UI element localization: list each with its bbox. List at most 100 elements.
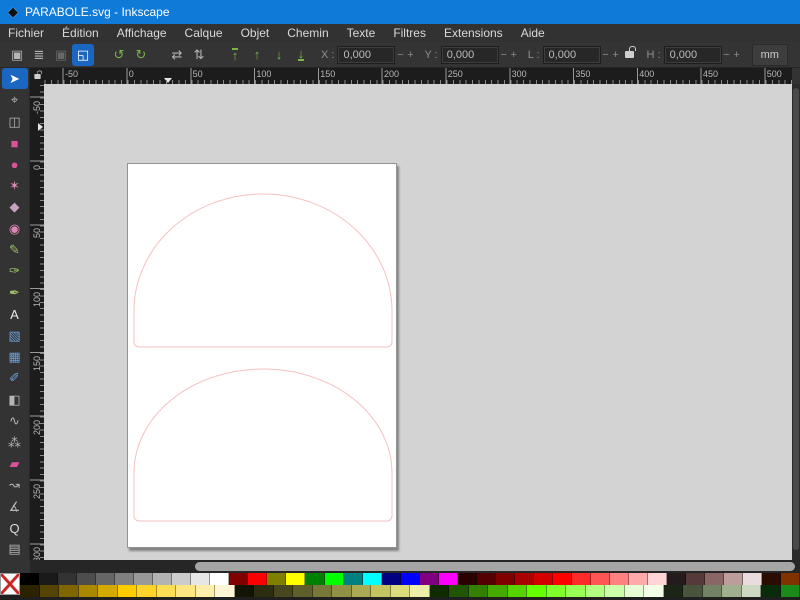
star-tool[interactable]: ✶ <box>2 175 28 196</box>
color-swatch[interactable] <box>743 573 762 585</box>
color-swatch[interactable] <box>382 573 401 585</box>
color-swatch[interactable] <box>134 573 153 585</box>
color-swatch[interactable] <box>572 573 591 585</box>
dome-path-upper[interactable] <box>134 194 392 347</box>
color-swatch[interactable] <box>20 585 40 597</box>
color-swatch[interactable] <box>553 573 572 585</box>
x-field[interactable]: 0,000 <box>337 46 395 64</box>
color-swatch[interactable] <box>496 573 515 585</box>
color-swatch[interactable] <box>305 573 324 585</box>
color-swatch[interactable] <box>325 573 344 585</box>
color-swatch[interactable] <box>96 573 115 585</box>
select-all-button[interactable]: ▣ <box>6 44 28 66</box>
no-color-swatch[interactable] <box>0 573 20 595</box>
horizontal-ruler[interactable]: -50050100150200250300350400450500 <box>44 68 792 84</box>
color-swatch[interactable] <box>527 585 547 597</box>
color-swatch[interactable] <box>724 573 743 585</box>
paint-bucket-tool[interactable]: ◧ <box>2 389 28 410</box>
gradient-tool[interactable]: ▧ <box>2 325 28 346</box>
color-swatch[interactable] <box>20 573 39 585</box>
color-swatch[interactable] <box>352 585 372 597</box>
lock-guides-icon[interactable] <box>34 74 40 79</box>
color-swatch[interactable] <box>254 585 274 597</box>
menu-item-extensions[interactable]: Extensions <box>435 24 512 42</box>
color-swatch[interactable] <box>157 585 177 597</box>
horizontal-scrollbar-thumb[interactable] <box>195 562 795 571</box>
box-3d-tool[interactable]: ◆ <box>2 197 28 218</box>
rotate-ccw-button[interactable]: ↺ <box>108 44 130 66</box>
color-swatch[interactable] <box>742 585 762 597</box>
color-swatch[interactable] <box>477 573 496 585</box>
color-swatch[interactable] <box>591 573 610 585</box>
color-swatch[interactable] <box>703 585 723 597</box>
color-swatch[interactable] <box>449 585 469 597</box>
color-swatch[interactable] <box>391 585 411 597</box>
ellipse-tool[interactable]: ● <box>2 154 28 175</box>
color-swatch[interactable] <box>648 573 667 585</box>
color-swatch[interactable] <box>344 573 363 585</box>
deselect-button[interactable]: ▣ <box>50 44 72 66</box>
raise-to-top-button[interactable]: ↑ <box>224 44 246 66</box>
color-swatch[interactable] <box>363 573 382 585</box>
color-swatch[interactable] <box>722 585 742 597</box>
color-swatch[interactable] <box>58 573 77 585</box>
pencil-tool[interactable]: ✎ <box>2 240 28 261</box>
color-swatch[interactable] <box>586 585 606 597</box>
color-swatch[interactable] <box>59 585 79 597</box>
width-field[interactable]: 0,000 <box>543 46 601 64</box>
color-swatch[interactable] <box>77 573 96 585</box>
color-swatch[interactable] <box>274 585 294 597</box>
horizontal-scrollbar[interactable] <box>30 560 800 573</box>
color-swatch[interactable] <box>762 573 781 585</box>
measure-tool[interactable]: ∡ <box>2 496 28 517</box>
menu-item-aide[interactable]: Aide <box>512 24 554 42</box>
menu-item-objet[interactable]: Objet <box>232 24 279 42</box>
color-swatch[interactable] <box>39 573 58 585</box>
dome-path-lower[interactable] <box>134 369 392 521</box>
color-swatch[interactable] <box>196 585 216 597</box>
canvas[interactable] <box>44 84 792 560</box>
color-swatch[interactable] <box>705 573 724 585</box>
text-tool[interactable]: A <box>2 304 28 325</box>
spray-tool[interactable]: ⁂ <box>2 432 28 453</box>
menu-item-fichier[interactable]: Fichier <box>0 24 53 42</box>
selector-tool[interactable]: ➤ <box>2 68 28 89</box>
tweak-tool[interactable]: ∿ <box>2 411 28 432</box>
color-swatch[interactable] <box>313 585 333 597</box>
connector-tool[interactable]: ↝ <box>2 475 28 496</box>
color-swatch[interactable] <box>515 573 534 585</box>
color-swatch[interactable] <box>286 573 305 585</box>
color-swatch[interactable] <box>566 585 586 597</box>
menu-item-filtres[interactable]: Filtres <box>384 24 435 42</box>
menu-item-calque[interactable]: Calque <box>176 24 232 42</box>
y-field[interactable]: 0,000 <box>441 46 499 64</box>
menu-item-edition[interactable]: Édition <box>53 24 108 42</box>
selection-box-toggle[interactable]: ◱ <box>72 44 94 66</box>
width-decrement-button[interactable]: − <box>601 49 611 61</box>
color-swatch[interactable] <box>469 585 489 597</box>
x-decrement-button[interactable]: − <box>395 49 405 61</box>
color-swatch[interactable] <box>235 585 255 597</box>
color-swatch[interactable] <box>664 585 684 597</box>
color-swatch[interactable] <box>644 585 664 597</box>
color-swatch[interactable] <box>458 573 477 585</box>
color-swatch[interactable] <box>761 585 781 597</box>
y-increment-button[interactable]: + <box>509 49 519 61</box>
page[interactable] <box>127 163 397 548</box>
color-swatch[interactable] <box>629 573 648 585</box>
color-swatch[interactable] <box>401 573 420 585</box>
pages-tool[interactable]: ▤ <box>2 539 28 560</box>
color-swatch[interactable] <box>686 573 705 585</box>
color-swatch[interactable] <box>547 585 567 597</box>
zoom-tool[interactable]: Q <box>2 518 28 539</box>
color-swatch[interactable] <box>118 585 138 597</box>
color-swatch[interactable] <box>332 585 352 597</box>
color-swatch[interactable] <box>420 573 439 585</box>
color-swatch[interactable] <box>781 585 800 597</box>
color-swatch[interactable] <box>534 573 553 585</box>
dropper-tool[interactable]: ✐ <box>2 368 28 389</box>
color-swatch[interactable] <box>625 585 645 597</box>
raise-button[interactable]: ↑ <box>246 44 268 66</box>
color-swatch[interactable] <box>210 573 229 585</box>
eraser-tool[interactable]: ▰ <box>2 453 28 474</box>
